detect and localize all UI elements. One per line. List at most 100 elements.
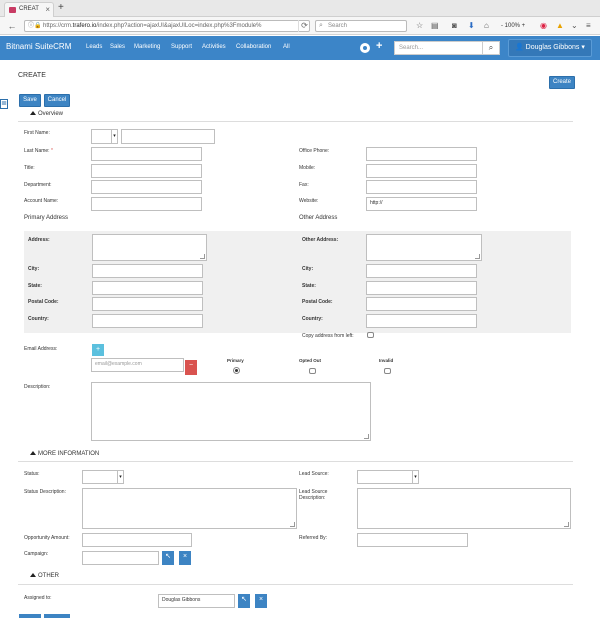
overview-section-header[interactable]: Overview bbox=[30, 111, 63, 117]
extension-icon[interactable]: ▲ bbox=[556, 21, 564, 31]
opportunity-amount-input[interactable] bbox=[82, 533, 192, 547]
more-information-section-header[interactable]: MORE INFORMATION bbox=[30, 451, 99, 457]
remove-email-button[interactable]: − bbox=[185, 360, 197, 375]
recently-viewed-icon[interactable] bbox=[360, 43, 370, 53]
other-title: OTHER bbox=[38, 573, 59, 579]
other-address-textarea[interactable] bbox=[366, 234, 482, 261]
hamburger-menu-icon[interactable]: ≡ bbox=[586, 21, 591, 31]
nav-marketing[interactable]: Marketing bbox=[134, 44, 160, 50]
department-input[interactable] bbox=[91, 180, 202, 194]
invalid-column-label: Invalid bbox=[379, 358, 394, 363]
primary-column-label: Primary bbox=[227, 358, 244, 363]
first-name-label: First Name: bbox=[24, 130, 50, 136]
download-icon[interactable]: ⬇ bbox=[468, 21, 475, 31]
overflow-chevron-icon[interactable]: ⌄ bbox=[571, 21, 578, 31]
title-label: Title: bbox=[24, 165, 35, 171]
tab-close-icon[interactable]: × bbox=[45, 3, 50, 16]
back-arrow-icon[interactable]: ← bbox=[6, 20, 18, 32]
select-assigned-user-button[interactable]: ↖ bbox=[238, 594, 250, 608]
home-icon[interactable]: ⌂ bbox=[484, 21, 489, 31]
primary-address-textarea[interactable] bbox=[92, 234, 207, 261]
reading-list-icon[interactable]: ▤ bbox=[431, 21, 439, 31]
opted-out-checkbox[interactable] bbox=[309, 368, 316, 374]
last-name-input[interactable] bbox=[91, 147, 202, 161]
other-state-input[interactable] bbox=[366, 281, 477, 295]
primary-state-input[interactable] bbox=[92, 281, 203, 295]
nav-sales[interactable]: Sales bbox=[110, 44, 125, 50]
site-info-icon[interactable]: ⓘ🔒 bbox=[28, 21, 41, 31]
title-input[interactable] bbox=[91, 164, 202, 178]
account-name-label: Account Name: bbox=[24, 198, 59, 204]
mobile-label: Mobile: bbox=[299, 165, 316, 171]
chevron-down-icon: ▾ bbox=[412, 471, 418, 483]
sidebar-toggle-icon[interactable]: ≣ bbox=[0, 99, 8, 109]
other-postal-input[interactable] bbox=[366, 297, 477, 311]
department-label: Department: bbox=[24, 182, 52, 188]
first-name-input[interactable] bbox=[121, 129, 215, 144]
clear-campaign-button[interactable]: × bbox=[179, 551, 191, 565]
primary-country-input[interactable] bbox=[92, 314, 203, 328]
user-icon: 👤 bbox=[515, 44, 524, 51]
fax-label: Fax: bbox=[299, 182, 309, 188]
status-description-textarea[interactable] bbox=[82, 488, 297, 529]
cancel-button[interactable]: Cancel bbox=[44, 94, 70, 107]
assigned-to-input[interactable]: Douglas Gibbons bbox=[158, 594, 235, 608]
extension-icon[interactable]: ◉ bbox=[540, 21, 547, 31]
add-email-button[interactable]: + bbox=[92, 344, 104, 356]
lead-source-select[interactable]: ▾ bbox=[357, 470, 419, 484]
section-divider bbox=[18, 461, 573, 462]
bottom-save-button[interactable] bbox=[19, 614, 41, 618]
pocket-icon[interactable]: ◙ bbox=[452, 21, 457, 31]
nav-leads[interactable]: Leads bbox=[86, 44, 102, 50]
primary-email-radio[interactable] bbox=[233, 367, 240, 374]
lead-source-description-textarea[interactable] bbox=[357, 488, 571, 529]
campaign-label: Campaign: bbox=[24, 551, 49, 557]
referred-by-input[interactable] bbox=[357, 533, 468, 547]
save-button[interactable]: Save bbox=[19, 94, 41, 107]
fax-input[interactable] bbox=[366, 180, 477, 194]
app-search-button[interactable]: ⌕ bbox=[482, 41, 500, 55]
mobile-input[interactable] bbox=[366, 164, 477, 178]
url-path: /index.php?action=ajaxUI&ajaxUILoc=index… bbox=[96, 23, 262, 29]
section-divider bbox=[18, 584, 573, 585]
new-tab-button[interactable]: + bbox=[58, 2, 64, 13]
primary-postal-input[interactable] bbox=[92, 297, 203, 311]
description-textarea[interactable] bbox=[91, 382, 371, 441]
office-phone-input[interactable] bbox=[366, 147, 477, 161]
campaign-input[interactable] bbox=[82, 551, 159, 565]
status-select[interactable]: ▾ bbox=[82, 470, 124, 484]
email-input[interactable]: email@example.com bbox=[91, 358, 184, 372]
browser-tab[interactable]: CREAT × bbox=[4, 2, 54, 17]
zoom-controls[interactable]: - 100% + bbox=[501, 21, 525, 31]
other-country-input[interactable] bbox=[366, 314, 477, 328]
browser-search-field[interactable]: ⌕ Search bbox=[315, 20, 407, 32]
nav-support[interactable]: Support bbox=[171, 44, 192, 50]
office-phone-label: Office Phone: bbox=[299, 148, 330, 154]
other-section-header[interactable]: OTHER bbox=[30, 573, 59, 579]
other-city-label: City: bbox=[302, 266, 314, 272]
bookmark-star-icon[interactable]: ☆ bbox=[416, 21, 423, 31]
primary-address-heading: Primary Address bbox=[24, 215, 69, 221]
clear-assigned-user-button[interactable]: × bbox=[255, 594, 267, 608]
reload-icon[interactable]: ⟳ bbox=[298, 20, 310, 32]
select-campaign-button[interactable]: ↖ bbox=[162, 551, 174, 565]
browser-tab-title: CREAT bbox=[19, 6, 39, 12]
user-menu-button[interactable]: 👤 Douglas Gibbons ▾ bbox=[508, 39, 592, 57]
account-name-input[interactable] bbox=[91, 197, 202, 211]
app-brand[interactable]: Bitnami SuiteCRM bbox=[6, 42, 71, 51]
other-address-heading: Other Address bbox=[299, 215, 338, 221]
nav-collaboration[interactable]: Collaboration bbox=[236, 44, 271, 50]
copy-address-checkbox[interactable] bbox=[367, 332, 374, 338]
primary-city-input[interactable] bbox=[92, 264, 203, 278]
quick-create-plus-icon[interactable]: + bbox=[376, 40, 382, 52]
other-city-input[interactable] bbox=[366, 264, 477, 278]
nav-activities[interactable]: Activities bbox=[202, 44, 226, 50]
create-button[interactable]: Create bbox=[549, 76, 575, 89]
other-postal-label: Postal Code: bbox=[302, 299, 333, 305]
invalid-checkbox[interactable] bbox=[384, 368, 391, 374]
website-input[interactable]: http:// bbox=[366, 197, 477, 211]
nav-all[interactable]: All bbox=[283, 44, 290, 50]
url-bar[interactable]: ⓘ🔒 https://crm.trafero.io/index.php?acti… bbox=[24, 20, 310, 32]
salutation-select[interactable]: ▾ bbox=[91, 129, 118, 144]
bottom-cancel-button[interactable] bbox=[44, 614, 70, 618]
